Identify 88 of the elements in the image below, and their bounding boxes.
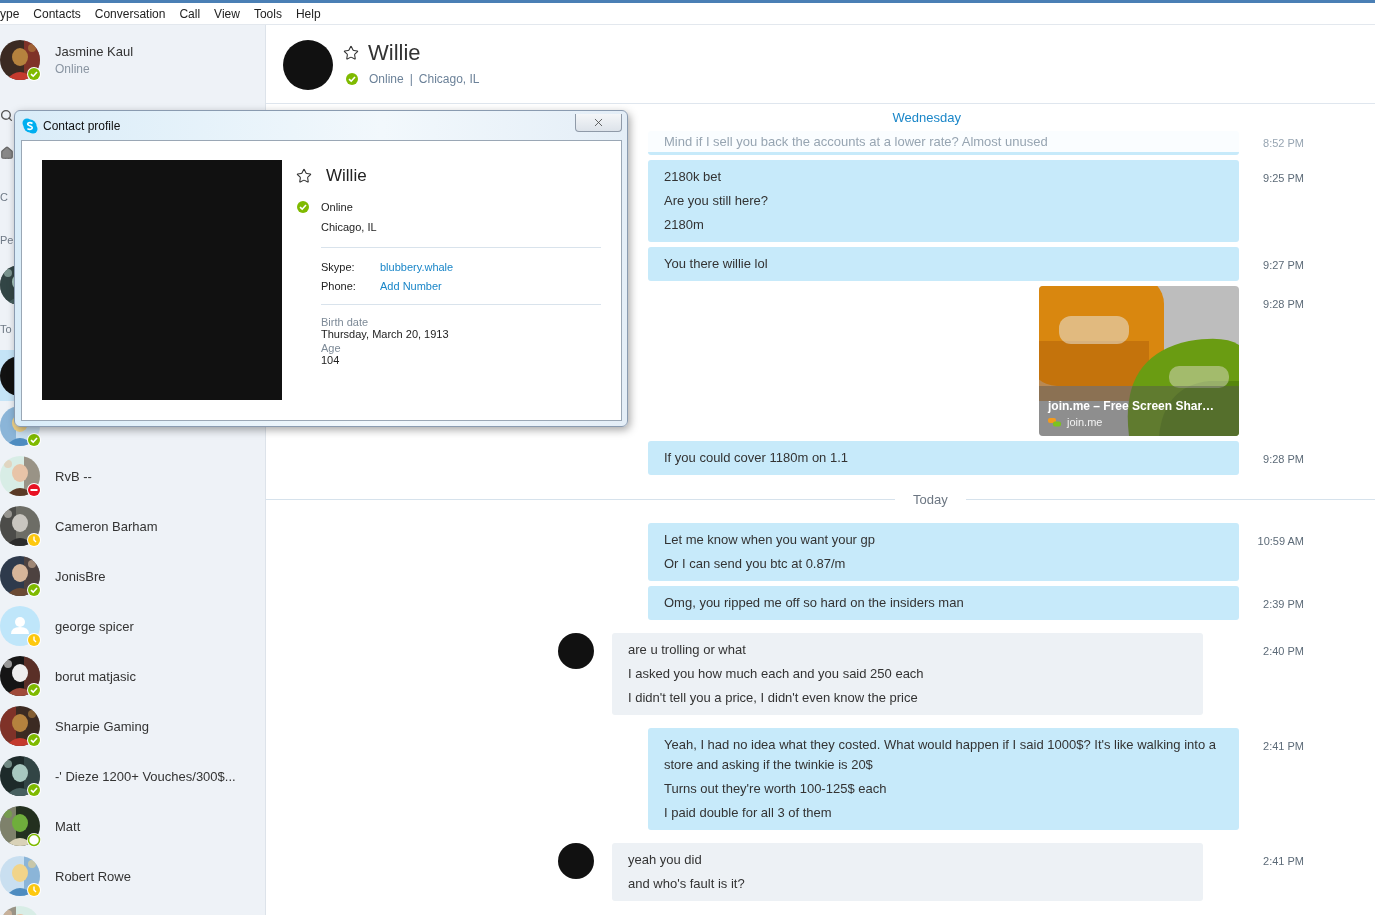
favorite-star-icon[interactable]	[296, 168, 312, 184]
contact-name: Cameron Barham	[55, 518, 158, 534]
field-link[interactable]: Add Number	[380, 279, 442, 292]
contact-name: Matt	[55, 818, 81, 834]
section-label: Pe	[0, 234, 14, 246]
contact-name: JonisBre	[55, 568, 106, 584]
menu-item[interactable]: Call	[179, 6, 201, 21]
message-text: You there willie lol	[664, 255, 769, 273]
message-text: I paid double for all 3 of them	[664, 804, 833, 822]
profile-status: Online	[321, 200, 353, 213]
message-text: 2180k bet	[664, 168, 723, 186]
home-icon[interactable]	[0, 145, 14, 160]
detail-label: Birth date	[321, 316, 370, 328]
contact-name: RvB --	[55, 468, 92, 484]
blank-avatar	[558, 843, 594, 879]
message-time: 9:27 PM	[1262, 258, 1304, 273]
day-label: Wednesday	[892, 109, 961, 125]
message-text: are u trolling or what	[628, 641, 747, 659]
contact-item[interactable]: Matt	[0, 801, 265, 851]
message-time: 2:40 PM	[1262, 644, 1304, 659]
message-time: 8:52 PM	[1262, 136, 1304, 151]
message-time: 2:39 PM	[1262, 597, 1304, 612]
blank-avatar	[558, 633, 594, 669]
message-text: 2180m	[664, 216, 705, 234]
profile-location: Chicago, IL	[321, 220, 378, 235]
app-logo-icon	[22, 117, 38, 134]
link-domain: join.me	[1067, 416, 1103, 428]
default-avatar-icon	[0, 606, 40, 646]
message-text: Are you still here?	[664, 192, 770, 210]
site-icon	[1048, 417, 1062, 427]
contact-name: -' Dieze 1200+ Vouches/300$...	[55, 768, 236, 784]
message-text: yeah you did	[628, 851, 703, 869]
message-time: 10:59 AM	[1256, 534, 1304, 549]
contact-item[interactable]: george spicer	[0, 601, 265, 651]
detail-value: 104	[321, 354, 341, 366]
contact-location: Chicago, IL	[418, 72, 480, 86]
message-time: 2:41 PM	[1262, 854, 1304, 869]
separator: |	[409, 72, 413, 86]
message-text: Or I can send you btc at 0.87/m	[664, 555, 847, 573]
day-separator: Today	[913, 491, 948, 507]
message-text: Let me know when you want your gp	[664, 531, 876, 549]
search-icon[interactable]	[0, 108, 13, 122]
close-button[interactable]	[575, 113, 622, 132]
field-label: Skype:	[321, 260, 356, 273]
contact-item[interactable]: Robert Rowe	[0, 851, 265, 901]
link-title: join.me – Free Screen Shar…	[1048, 399, 1216, 413]
message-text: Mind if I sell you back the accounts at a lower rate? Almost unused	[664, 133, 1049, 151]
message-time: 9:28 PM	[1262, 452, 1304, 467]
message-time: 9:28 PM	[1262, 297, 1304, 312]
menu-item[interactable]: Contacts	[33, 6, 81, 21]
contact-name: george spicer	[55, 618, 134, 634]
detail-label: Age	[321, 342, 342, 354]
contact-item[interactable]: -' Dieze 1200+ Vouches/300$...	[0, 751, 265, 801]
user-status: Online	[55, 62, 91, 76]
blank-avatar	[283, 40, 333, 90]
dialog-title: Contact profile	[43, 118, 121, 133]
message-time: 9:25 PM	[1262, 171, 1304, 186]
message-text: Omg, you ripped me off so hard on the insiders man	[664, 594, 965, 612]
contact-name: borut matjasic	[55, 668, 136, 684]
message-time: 2:41 PM	[1262, 739, 1304, 754]
contact-item[interactable]: borut matjasic	[0, 651, 265, 701]
contact-title: Willie	[368, 40, 421, 66]
detail-value: Thursday, March 20, 1913	[321, 328, 450, 340]
contact-item[interactable]: Sharpie Gaming	[0, 701, 265, 751]
field-link[interactable]: blubbery.whale	[380, 260, 454, 273]
menu-item[interactable]: ype	[0, 6, 20, 21]
message-text: I didn't tell you a price, I didn't even know the price	[628, 689, 919, 707]
section-label: C	[0, 190, 8, 203]
contact-name: Sharpie Gaming	[55, 718, 149, 734]
contact-item[interactable]: RvB --	[0, 451, 265, 501]
menu-item[interactable]: Tools	[253, 6, 282, 21]
favorite-star-icon[interactable]	[343, 45, 359, 61]
contact-name: Robert Rowe	[55, 868, 131, 884]
contact-item[interactable]: JonisBre	[0, 551, 265, 601]
message-text: Yeah, I had no idea what they costed. What would happen if I said 1000$? It's like walking into a store and asking if the twinkie is 20$	[664, 736, 1217, 774]
field-label: Phone:	[321, 279, 357, 292]
message-text: and who's fault is it?	[628, 875, 746, 893]
menu-item[interactable]: View	[214, 6, 240, 21]
message-text: Turns out they're worth 100-125$ each	[664, 780, 888, 798]
profile-name: Willie	[326, 166, 367, 186]
message-text: If you could cover 1180m on 1.1	[664, 449, 850, 467]
message-text: I asked you how much each and you said 250 each	[628, 665, 925, 683]
user-name: Jasmine Kaul	[55, 44, 134, 59]
contact-status: Online	[369, 72, 404, 86]
menu-item[interactable]: Help	[295, 6, 321, 21]
contact-item[interactable]: Cameron Barham	[0, 501, 265, 551]
section-label: To	[0, 323, 12, 335]
menu-item[interactable]: Conversation	[94, 6, 166, 21]
